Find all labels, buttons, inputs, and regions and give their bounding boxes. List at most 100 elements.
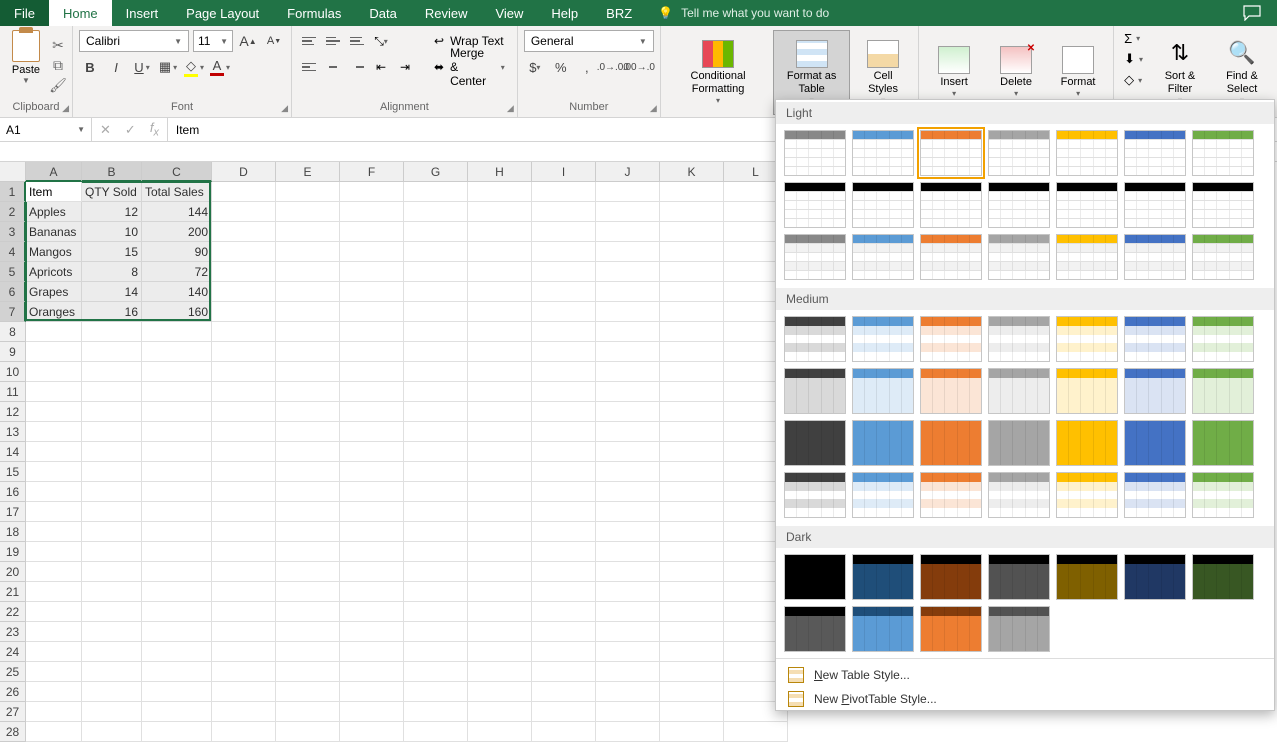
cell[interactable] — [660, 322, 724, 342]
cell[interactable] — [404, 582, 468, 602]
table-style-option[interactable] — [1192, 234, 1254, 280]
cell[interactable] — [404, 422, 468, 442]
cell[interactable] — [340, 522, 404, 542]
cell[interactable] — [404, 222, 468, 242]
merge-center-button[interactable]: ⬌Merge & Center▾ — [428, 56, 511, 78]
row-header[interactable]: 22 — [0, 602, 26, 622]
cell[interactable]: Oranges — [26, 302, 82, 322]
align-bottom-icon[interactable] — [346, 30, 368, 52]
cell[interactable] — [212, 502, 276, 522]
dialog-launcher-icon[interactable]: ◢ — [62, 103, 69, 114]
cell[interactable]: 160 — [142, 302, 212, 322]
table-style-option[interactable] — [988, 472, 1050, 518]
cancel-formula-icon[interactable]: ✕ — [100, 122, 111, 138]
cell[interactable] — [468, 462, 532, 482]
cell[interactable] — [82, 642, 142, 662]
align-center-icon[interactable] — [322, 56, 344, 78]
cell[interactable] — [26, 562, 82, 582]
cell[interactable] — [82, 342, 142, 362]
cell[interactable] — [660, 402, 724, 422]
table-style-option[interactable] — [1056, 420, 1118, 466]
copy-icon[interactable]: ⧉ — [50, 58, 66, 74]
cell[interactable] — [660, 722, 724, 742]
cell[interactable] — [212, 462, 276, 482]
decrease-decimal-icon[interactable]: .00→.0 — [628, 56, 650, 78]
cell[interactable] — [468, 642, 532, 662]
row-header[interactable]: 14 — [0, 442, 26, 462]
cell[interactable] — [276, 242, 340, 262]
row-header[interactable]: 23 — [0, 622, 26, 642]
cell[interactable] — [660, 382, 724, 402]
cell[interactable] — [660, 562, 724, 582]
table-style-option[interactable] — [988, 316, 1050, 362]
tab-page-layout[interactable]: Page Layout — [172, 0, 273, 26]
cell[interactable] — [212, 282, 276, 302]
table-style-option[interactable] — [1056, 472, 1118, 518]
cell[interactable] — [404, 522, 468, 542]
cell[interactable] — [26, 602, 82, 622]
font-name-select[interactable]: Calibri▼ — [79, 30, 189, 52]
row-header[interactable]: 17 — [0, 502, 26, 522]
cell[interactable] — [340, 582, 404, 602]
cell[interactable] — [596, 562, 660, 582]
cell[interactable] — [82, 422, 142, 442]
clear-button[interactable]: ◇▾ — [1120, 71, 1147, 89]
cell[interactable] — [82, 542, 142, 562]
cell[interactable] — [404, 442, 468, 462]
cell[interactable] — [404, 242, 468, 262]
cell[interactable] — [596, 302, 660, 322]
cell[interactable] — [276, 562, 340, 582]
cell[interactable] — [82, 442, 142, 462]
cell[interactable] — [468, 202, 532, 222]
cell[interactable] — [468, 402, 532, 422]
col-header[interactable]: G — [404, 162, 468, 182]
cell[interactable]: 90 — [142, 242, 212, 262]
tell-me-search[interactable]: 💡 Tell me what you want to do — [646, 0, 841, 26]
table-style-option[interactable] — [1056, 182, 1118, 228]
table-style-option[interactable] — [852, 472, 914, 518]
align-right-icon[interactable] — [346, 56, 368, 78]
cell[interactable] — [212, 422, 276, 442]
table-style-option[interactable] — [920, 554, 982, 600]
cell[interactable] — [340, 602, 404, 622]
cell[interactable] — [596, 642, 660, 662]
cell[interactable]: 14 — [82, 282, 142, 302]
row-header[interactable]: 27 — [0, 702, 26, 722]
cell[interactable] — [596, 182, 660, 202]
table-style-option[interactable] — [852, 368, 914, 414]
cell[interactable] — [596, 222, 660, 242]
cell[interactable] — [468, 622, 532, 642]
cell[interactable] — [468, 382, 532, 402]
cell[interactable] — [276, 342, 340, 362]
cell[interactable] — [340, 462, 404, 482]
cell[interactable] — [142, 662, 212, 682]
cell[interactable] — [404, 502, 468, 522]
cell[interactable] — [212, 342, 276, 362]
cell[interactable] — [142, 542, 212, 562]
name-box[interactable]: A1▼ — [0, 118, 92, 141]
cell[interactable] — [26, 702, 82, 722]
table-style-option[interactable] — [784, 234, 846, 280]
cell[interactable] — [82, 382, 142, 402]
cell[interactable] — [276, 622, 340, 642]
cell[interactable] — [212, 262, 276, 282]
cell[interactable] — [82, 562, 142, 582]
col-header[interactable]: K — [660, 162, 724, 182]
cell[interactable] — [212, 562, 276, 582]
cell[interactable] — [468, 182, 532, 202]
table-style-option[interactable] — [1192, 420, 1254, 466]
cell[interactable] — [82, 722, 142, 742]
cell[interactable] — [596, 282, 660, 302]
cell[interactable] — [660, 442, 724, 462]
cell[interactable] — [212, 702, 276, 722]
cell[interactable] — [26, 502, 82, 522]
cell[interactable] — [404, 342, 468, 362]
cell[interactable] — [276, 462, 340, 482]
cell[interactable] — [468, 682, 532, 702]
font-color-button[interactable]: A▾ — [209, 56, 231, 78]
cell[interactable] — [468, 222, 532, 242]
cell[interactable] — [596, 462, 660, 482]
cell[interactable] — [82, 522, 142, 542]
cell[interactable] — [660, 502, 724, 522]
cell[interactable] — [596, 442, 660, 462]
